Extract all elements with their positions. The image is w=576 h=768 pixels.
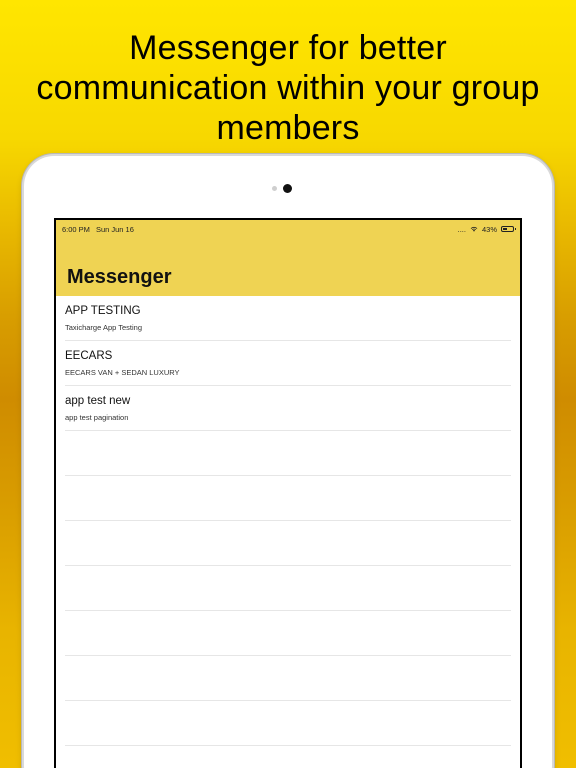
signal-indicator: .... <box>457 224 466 234</box>
sensor-dot <box>272 186 277 191</box>
status-bar: 6:00 PM Sun Jun 16 .... 43% <box>56 220 520 238</box>
empty-row <box>65 431 511 476</box>
conversation-title: EECARS <box>65 350 113 362</box>
conversation-list: APP TESTING Taxicharge App Testing EECAR… <box>56 296 520 768</box>
empty-row <box>65 746 511 768</box>
headline-line-2: communication within your group <box>36 69 540 107</box>
navigation-bar: Messenger <box>56 238 520 296</box>
headline-line-1: Messenger for better <box>129 29 447 67</box>
camera-dot <box>283 184 292 193</box>
conversation-subtitle: EECARS VAN + SEDAN LUXURY <box>65 368 180 377</box>
conversation-title: APP TESTING <box>65 305 141 317</box>
conversation-subtitle: Taxicharge App Testing <box>65 323 142 332</box>
empty-row <box>65 701 511 746</box>
conversation-subtitle: app test pagination <box>65 413 129 422</box>
empty-row <box>65 656 511 701</box>
empty-row <box>65 521 511 566</box>
headline-line-3: members <box>216 109 360 147</box>
battery-percent: 43% <box>481 224 497 234</box>
marketing-headline: Messenger for better communication withi… <box>0 28 576 148</box>
wifi-icon <box>470 226 478 232</box>
page-title: Messenger <box>67 266 172 288</box>
status-time: 6:00 PM <box>62 224 90 234</box>
ipad-frame: 6:00 PM Sun Jun 16 .... 43% Messenger AP… <box>24 156 552 768</box>
status-date: Sun Jun 16 <box>95 224 134 234</box>
conversation-row[interactable]: EECARS EECARS VAN + SEDAN LUXURY <box>65 341 511 386</box>
conversation-row[interactable]: app test new app test pagination <box>65 386 511 431</box>
app-screen: 6:00 PM Sun Jun 16 .... 43% Messenger AP… <box>54 218 522 768</box>
empty-row <box>65 476 511 521</box>
empty-row <box>65 611 511 656</box>
battery-fill <box>503 228 507 230</box>
battery-icon <box>501 226 516 232</box>
conversation-row[interactable]: APP TESTING Taxicharge App Testing <box>65 296 511 341</box>
empty-row <box>65 566 511 611</box>
conversation-title: app test new <box>65 395 131 407</box>
